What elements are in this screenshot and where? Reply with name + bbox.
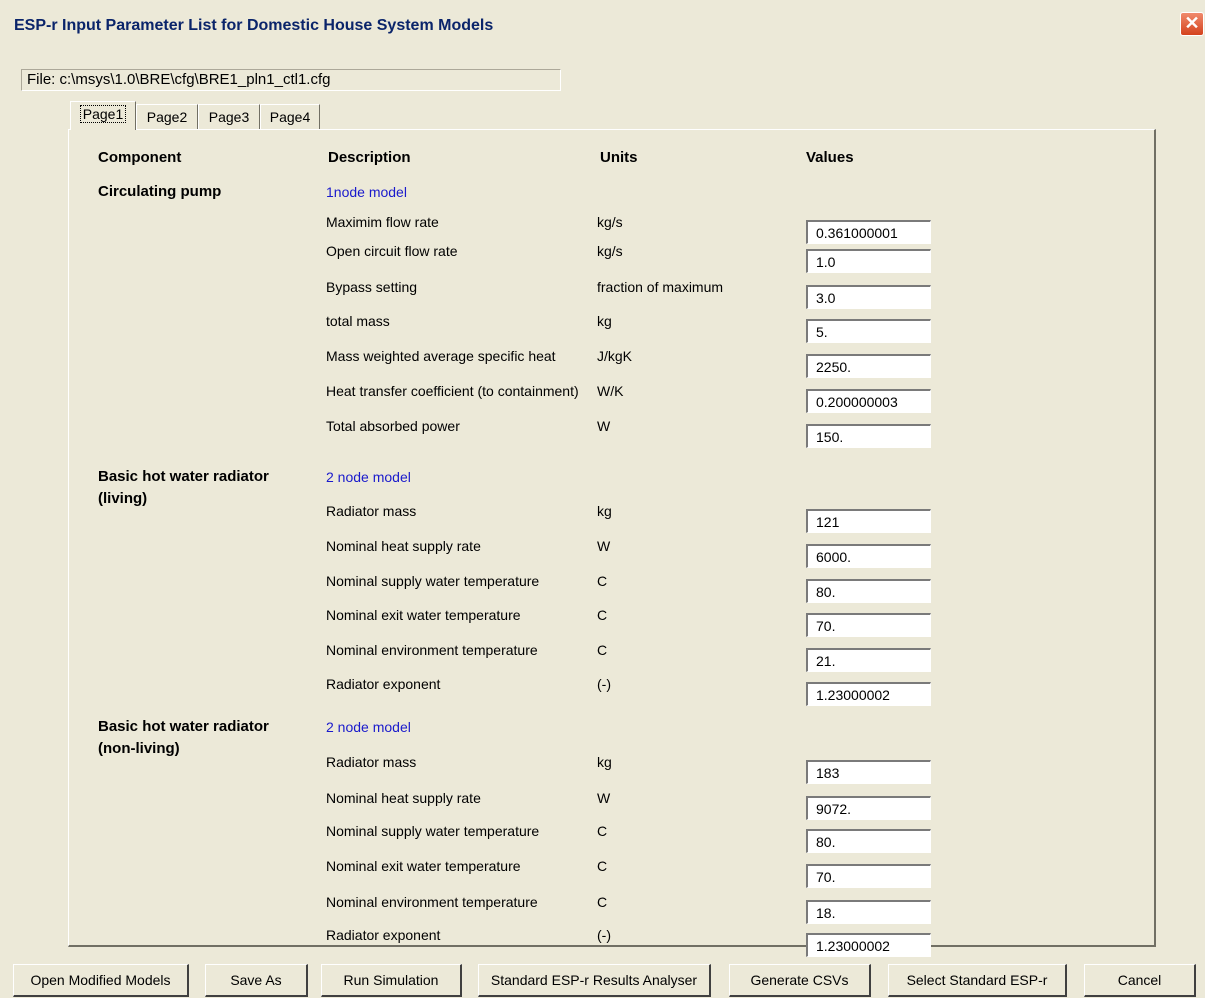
parameter-unit: kg/s	[597, 243, 623, 259]
parameter-description: Nominal exit water temperature	[326, 858, 521, 874]
parameter-unit: (-)	[597, 927, 611, 943]
component-name: Circulating pump	[98, 181, 221, 203]
tab-page1[interactable]: Page1	[70, 101, 136, 130]
generate-csvs-button[interactable]: Generate CSVs	[729, 964, 871, 997]
parameter-unit: C	[597, 642, 608, 658]
parameter-description: Mass weighted average specific heat	[326, 348, 556, 364]
tab-label: Page3	[208, 109, 250, 125]
parameter-description: Nominal supply water temperature	[326, 573, 540, 589]
parameter-value-field[interactable]	[806, 354, 931, 378]
parameter-unit: kg	[597, 313, 612, 329]
parameter-description: Nominal heat supply rate	[326, 538, 481, 554]
parameter-value-field[interactable]	[806, 424, 931, 448]
parameter-value-field[interactable]	[806, 900, 931, 924]
parameter-unit: kg	[597, 503, 612, 519]
parameter-description: Nominal supply water temperature	[326, 823, 540, 839]
component-name-line: Circulating pump	[98, 183, 222, 200]
file-path-box: File: c:\msys\1.0\BRE\cfg\BRE1_pln1_ctl1…	[21, 69, 561, 91]
parameter-description: Bypass setting	[326, 279, 418, 295]
parameter-unit: (-)	[597, 676, 611, 692]
results-analyser-button[interactable]: Standard ESP-r Results Analyser	[478, 964, 711, 997]
parameter-value-field[interactable]	[806, 829, 931, 853]
save-as-button[interactable]: Save As	[205, 964, 308, 997]
parameter-unit: W/K	[597, 383, 624, 399]
run-simulation-button[interactable]: Run Simulation	[321, 964, 462, 997]
model-type: 2 node model	[326, 719, 411, 735]
parameter-unit: C	[597, 894, 608, 910]
parameter-value-field[interactable]	[806, 760, 931, 784]
parameter-unit: C	[597, 823, 608, 839]
parameter-unit: C	[597, 607, 608, 623]
parameter-description: Radiator exponent	[326, 927, 441, 943]
component-name-line: (living)	[98, 490, 148, 507]
tab-page4[interactable]: Page4	[260, 104, 320, 130]
parameter-value-field[interactable]	[806, 796, 931, 820]
parameter-description: total mass	[326, 313, 390, 329]
tab-page2[interactable]: Page2	[136, 104, 198, 130]
parameters-panel: Component Description Units Values Circu…	[68, 129, 1156, 957]
column-header-units: Units	[600, 149, 638, 166]
parameter-value-field[interactable]	[806, 613, 931, 637]
column-header-description: Description	[328, 149, 411, 166]
open-modified-models-button[interactable]: Open Modified Models	[13, 964, 189, 997]
parameter-description: Radiator mass	[326, 754, 417, 770]
parameter-value-field[interactable]	[806, 509, 931, 533]
parameter-value-field[interactable]	[806, 682, 931, 706]
parameter-value-field[interactable]	[806, 220, 931, 244]
parameter-description: Heat transfer coefficient (to containmen…	[326, 383, 579, 399]
parameter-description: Nominal exit water temperature	[326, 607, 521, 623]
close-button[interactable]: ✕	[1180, 12, 1204, 36]
component-name-line: Basic hot water radiator	[98, 468, 269, 485]
parameter-description: Radiator exponent	[326, 676, 441, 692]
column-header-component: Component	[98, 149, 182, 166]
tab-label: Page1	[79, 105, 127, 123]
parameter-description: Nominal heat supply rate	[326, 790, 481, 806]
model-type: 2 node model	[326, 469, 411, 485]
file-label: File:	[27, 71, 56, 88]
parameter-value-field[interactable]	[806, 933, 931, 957]
component-name: Basic hot water radiator (non-living)	[98, 716, 269, 760]
parameter-description: Open circuit flow rate	[326, 243, 458, 259]
column-header-values: Values	[806, 149, 854, 166]
parameter-description: Nominal environment temperature	[326, 642, 538, 658]
parameter-unit: W	[597, 790, 611, 806]
parameter-value-field[interactable]	[806, 544, 931, 568]
component-name-line: Basic hot water radiator	[98, 718, 269, 735]
parameter-unit: J/kgK	[597, 348, 633, 364]
parameter-value-field[interactable]	[806, 285, 931, 309]
parameter-unit: fraction of maximum	[597, 279, 724, 295]
parameter-description: Radiator mass	[326, 503, 417, 519]
parameter-value-field[interactable]	[806, 648, 931, 672]
tab-label: Page4	[269, 109, 311, 125]
parameter-value-field[interactable]	[806, 249, 931, 273]
title-bar: ESP-r Input Parameter List for Domestic …	[0, 0, 1205, 45]
parameter-unit: C	[597, 573, 608, 589]
parameter-description: Total absorbed power	[326, 418, 460, 434]
component-name: Basic hot water radiator (living)	[98, 466, 269, 510]
cancel-button[interactable]: Cancel	[1084, 964, 1196, 997]
parameter-value-field[interactable]	[806, 579, 931, 603]
parameter-unit: W	[597, 538, 611, 554]
parameter-value-field[interactable]	[806, 389, 931, 413]
parameter-description: Maximim flow rate	[326, 214, 439, 230]
model-type: 1node model	[326, 184, 407, 200]
select-standard-esp-r-button[interactable]: Select Standard ESP-r	[888, 964, 1067, 997]
parameter-unit: kg/s	[597, 214, 623, 230]
parameter-value-field[interactable]	[806, 319, 931, 343]
component-name-line: (non-living)	[98, 740, 180, 757]
parameter-value-field[interactable]	[806, 864, 931, 888]
parameter-description: Nominal environment temperature	[326, 894, 538, 910]
parameter-unit: W	[597, 418, 611, 434]
parameter-unit: C	[597, 858, 608, 874]
file-path: c:\msys\1.0\BRE\cfg\BRE1_pln1_ctl1.cfg	[59, 71, 331, 88]
window-title: ESP-r Input Parameter List for Domestic …	[14, 17, 494, 34]
tab-label: Page2	[146, 109, 188, 125]
parameter-unit: kg	[597, 754, 612, 770]
tab-page3[interactable]: Page3	[198, 104, 260, 130]
